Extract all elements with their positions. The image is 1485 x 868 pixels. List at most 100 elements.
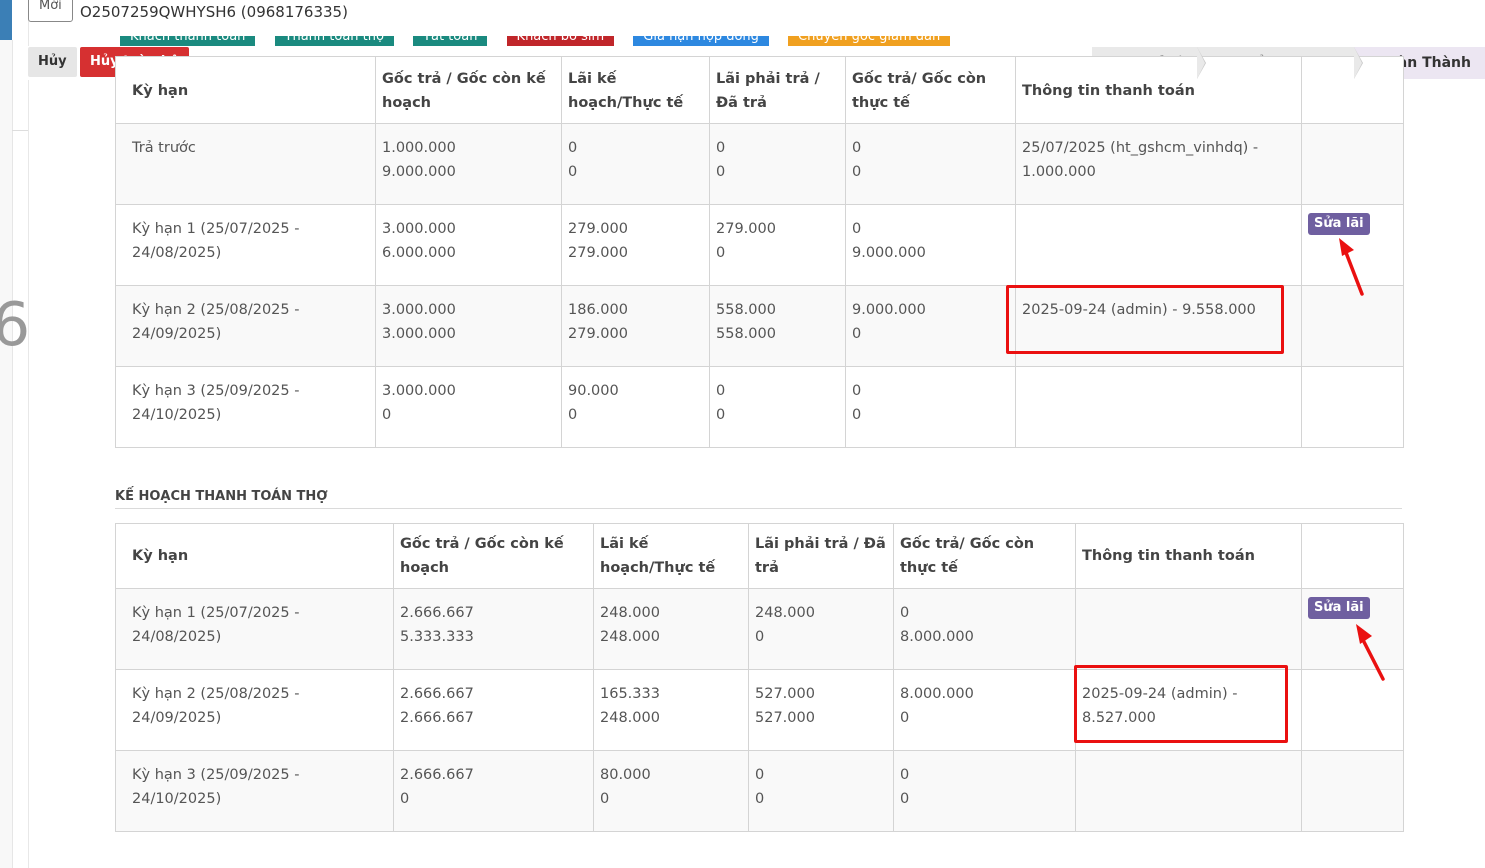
term-value: Kỳ hạn 3 (25/09/2025 - 24/10/2025) <box>132 767 300 807</box>
interest-due-cell: 527.000 527.000 <box>748 669 894 751</box>
edit-interest-button[interactable]: Sửa lãi <box>1308 213 1370 235</box>
interest-plan-value: 0 <box>568 140 578 156</box>
principal-actual-value: 0 <box>852 140 862 156</box>
tag-customer-left-sim[interactable]: Khách bỏ sim <box>506 36 615 46</box>
col-principal-actual: Gốc trả/ Gốc còn thực tế <box>893 523 1076 589</box>
principal-plan-value: 2.666.667 <box>400 686 474 702</box>
interest-due-value: 0 <box>716 164 726 180</box>
principal-actual-value: 8.000.000 <box>900 686 974 702</box>
principal-plan-cell: 3.000.000 3.000.000 <box>375 285 562 367</box>
red-arrow-icon <box>1356 624 1385 681</box>
action-cell <box>1301 750 1404 832</box>
term-cell: Kỳ hạn 3 (25/09/2025 - 24/10/2025) <box>115 366 376 448</box>
interest-plan-cell: 186.000 279.000 <box>561 285 710 367</box>
interest-plan-cell: 248.000 248.000 <box>593 588 749 670</box>
principal-actual-value: 0 <box>852 326 862 342</box>
principal-plan-cell: 2.666.667 2.666.667 <box>393 669 594 751</box>
interest-due-value: 527.000 <box>755 710 815 726</box>
principal-plan-value: 3.000.000 <box>382 383 456 399</box>
principal-plan-value: 1.000.000 <box>382 140 456 156</box>
table-row: Kỳ hạn 1 (25/07/2025 - 24/08/2025) 3.000.… <box>115 204 1404 286</box>
interest-due-cell: 279.000 0 <box>709 204 846 286</box>
interest-due-value: 0 <box>755 767 765 783</box>
table-row: Kỳ hạn 3 (25/09/2025 - 24/10/2025) 2.666.… <box>115 750 1404 832</box>
interest-plan-value: 248.000 <box>600 629 660 645</box>
interest-due-cell: 00 <box>709 366 846 448</box>
principal-actual-value: 0 <box>900 767 910 783</box>
principal-actual-cell: 0 8.000.000 <box>893 588 1076 670</box>
principal-plan-value: 2.666.667 <box>400 767 474 783</box>
principal-actual-cell: 8.000.000 0 <box>893 669 1076 751</box>
principal-plan-cell: 2.666.667 0 <box>393 750 594 832</box>
col-interest-plan: Lãi kế hoạch/Thực tế <box>593 523 749 589</box>
col-payment-info: Thông tin thanh toán <box>1015 56 1302 124</box>
tag-decreasing-principal[interactable]: Chuyển gốc giảm dần <box>788 36 951 46</box>
principal-actual-cell: 00 <box>845 366 1016 448</box>
col-term: Kỳ hạn <box>115 523 394 589</box>
state-badge-new: Mới <box>28 0 73 22</box>
interest-plan-value: 0 <box>600 791 610 807</box>
highlight-box-customer-payment <box>1006 285 1284 354</box>
cancel-button[interactable]: Hủy <box>28 47 77 77</box>
term-value: Kỳ hạn 1 (25/07/2025 - 24/08/2025) <box>132 221 300 261</box>
left-accent-strip <box>0 0 12 40</box>
col-interest-due: Lãi phải trả / Đã trả <box>748 523 894 589</box>
tag-customer-payment[interactable]: Khách thanh toán <box>120 36 256 46</box>
principal-actual-value: 9.000.000 <box>852 245 926 261</box>
principal-plan-value: 0 <box>382 407 392 423</box>
principal-actual-value: 0 <box>852 164 862 180</box>
principal-plan-value: 2.666.667 <box>400 710 474 726</box>
principal-actual-value: 0 <box>852 221 862 237</box>
principal-actual-cell: 9.000.000 0 <box>845 285 1016 367</box>
payment-info-cell <box>1075 750 1302 832</box>
interest-due-value: 0 <box>755 629 765 645</box>
interest-plan-value: 165.333 <box>600 686 660 702</box>
principal-actual-cell: 00 <box>845 123 1016 205</box>
action-cell <box>1301 366 1404 448</box>
payment-info-cell <box>1015 204 1302 286</box>
principal-actual-value: 9.000.000 <box>852 302 926 318</box>
edit-interest-button[interactable]: Sửa lãi <box>1308 597 1370 619</box>
tag-worker-payment[interactable]: Thanh toán thợ <box>274 36 394 46</box>
term-value: Kỳ hạn 2 (25/08/2025 - 24/09/2025) <box>132 686 300 726</box>
tag-settlement[interactable]: Tất toán <box>413 36 488 46</box>
action-cell <box>1301 123 1404 205</box>
term-cell: Kỳ hạn 1 (25/07/2025 - 24/08/2025) <box>115 588 394 670</box>
left-partial-glyph: 6 <box>0 290 31 360</box>
principal-plan-value: 3.000.000 <box>382 221 456 237</box>
interest-due-cell: 248.000 0 <box>748 588 894 670</box>
interest-due-value: 279.000 <box>716 221 776 237</box>
payment-info-value: 25/07/2025 (ht_gshcm_vinhdq) - 1.000.000 <box>1022 140 1259 180</box>
interest-plan-value: 248.000 <box>600 605 660 621</box>
interest-due-value: 558.000 <box>716 326 776 342</box>
term-cell: Kỳ hạn 2 (25/08/2025 - 24/09/2025) <box>115 285 376 367</box>
interest-due-value: 0 <box>716 140 726 156</box>
customer-payment-plan-table: Kỳ hạn Gốc trả / Gốc còn kế hoạch Lãi kế… <box>115 56 1404 448</box>
table-row: Trả trước 1.000.000 9.000.000 0 0 0 0 0 0 25/07/2… <box>115 123 1404 205</box>
principal-plan-cell: 1.000.000 9.000.000 <box>375 123 562 205</box>
interest-plan-value: 90.000 <box>568 383 619 399</box>
interest-due-value: 248.000 <box>755 605 815 621</box>
table-row: Kỳ hạn 3 (25/09/2025 - 24/10/2025) 3.000.… <box>115 366 1404 448</box>
interest-due-value: 0 <box>716 383 726 399</box>
col-interest-plan: Lãi kế hoạch/Thực tế <box>561 56 710 124</box>
table-row: Kỳ hạn 1 (25/07/2025 - 24/08/2025) 2.666.… <box>115 588 1404 670</box>
interest-plan-value: 80.000 <box>600 767 651 783</box>
principal-plan-value: 6.000.000 <box>382 245 456 261</box>
interest-plan-cell: 00 <box>561 123 710 205</box>
term-value: Kỳ hạn 3 (25/09/2025 - 24/10/2025) <box>132 383 300 423</box>
col-principal-plan: Gốc trả / Gốc còn kế hoạch <box>375 56 562 124</box>
principal-plan-value: 0 <box>400 791 410 807</box>
term-cell: Kỳ hạn 2 (25/08/2025 - 24/09/2025) <box>115 669 394 751</box>
interest-plan-value: 279.000 <box>568 326 628 342</box>
red-arrow-icon <box>1339 238 1364 296</box>
principal-actual-value: 0 <box>900 791 910 807</box>
tag-contract-extension[interactable]: Gia hạn hợp đồng <box>633 36 769 46</box>
tag-list: Khách thanh toán Thanh toán thợ Tất toán… <box>120 36 964 46</box>
interest-due-cell: 558.000 558.000 <box>709 285 846 367</box>
col-principal-plan: Gốc trả / Gốc còn kế hoạch <box>393 523 594 589</box>
payment-info-cell <box>1075 588 1302 670</box>
principal-actual-value: 0 <box>900 605 910 621</box>
payment-info-cell: 25/07/2025 (ht_gshcm_vinhdq) - 1.000.000 <box>1015 123 1302 205</box>
term-cell: Kỳ hạn 3 (25/09/2025 - 24/10/2025) <box>115 750 394 832</box>
